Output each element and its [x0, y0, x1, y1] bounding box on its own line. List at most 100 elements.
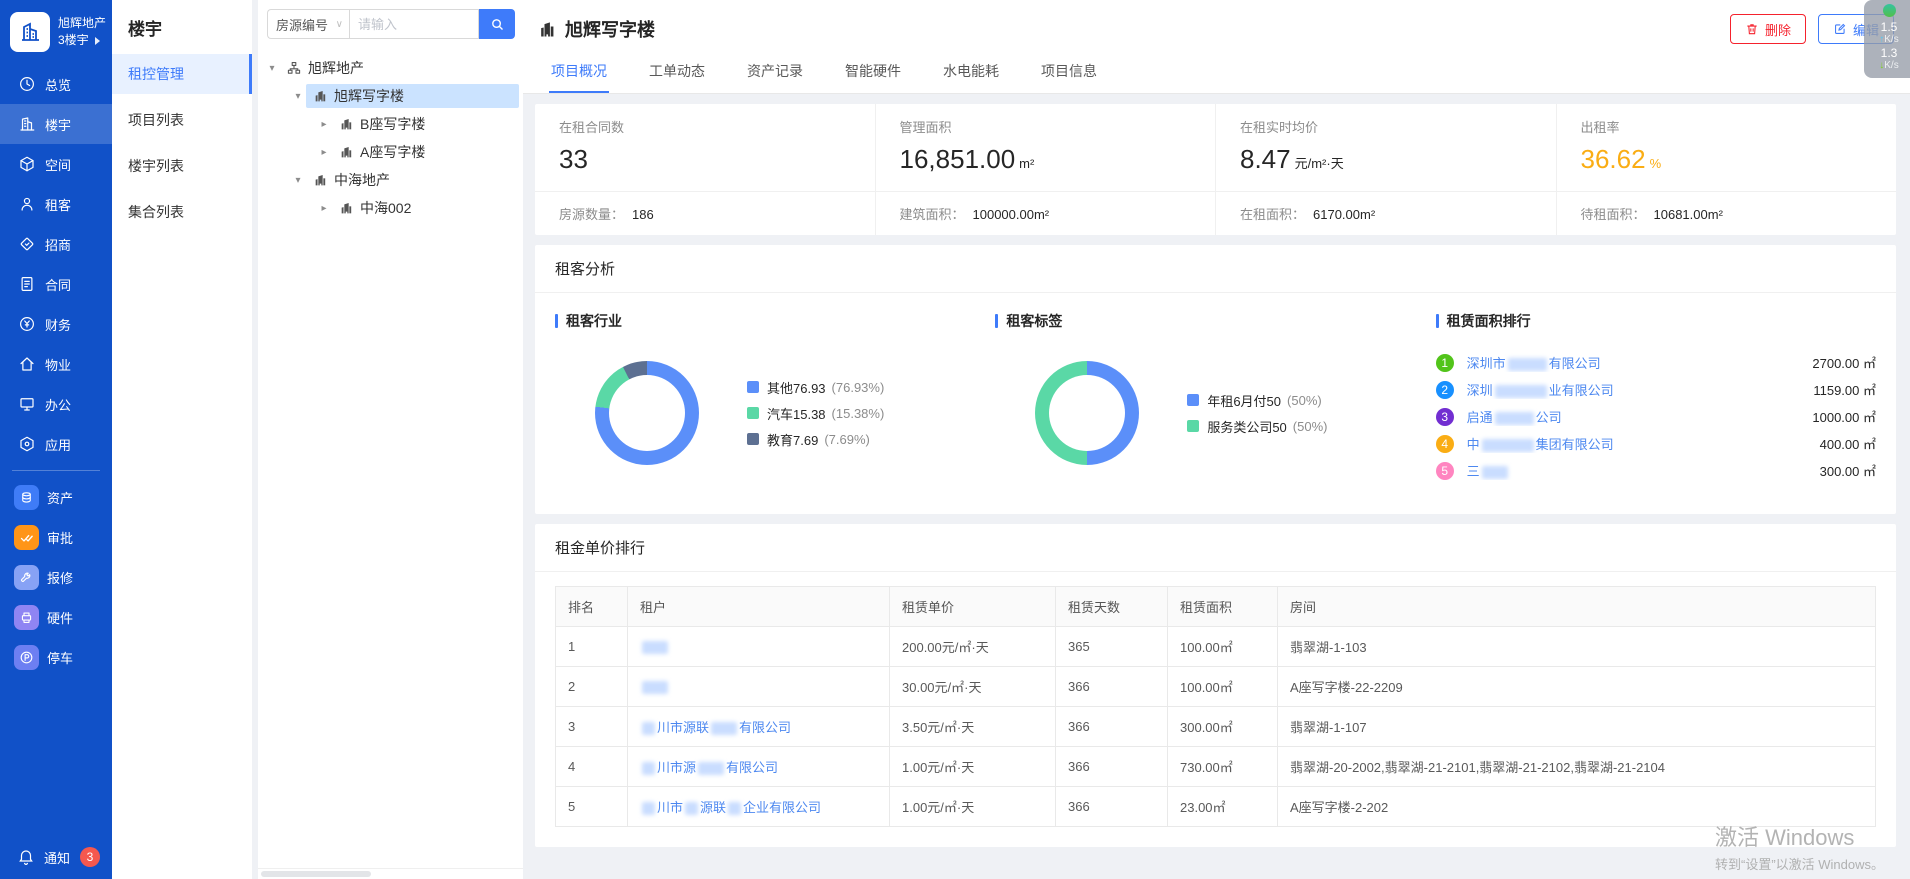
tenant-link[interactable]: 川市源联有限公司 [628, 707, 890, 747]
tenant-link[interactable]: 三 [1467, 461, 1810, 480]
net-speed-widget[interactable]: 1.5 ↑K/s 1.3 ↓K/s [1864, 0, 1910, 78]
brand-logo-icon [10, 12, 50, 52]
sidebar-item[interactable]: 审批 [0, 517, 112, 557]
tree-node[interactable]: ▸A座写字楼 [264, 138, 519, 166]
sidebar-item[interactable]: 物业 [0, 344, 112, 384]
sidebar-item-label: 合同 [45, 275, 71, 294]
tree-node-main[interactable]: A座写字楼 [332, 140, 519, 164]
sidebar-item[interactable]: 硬件 [0, 597, 112, 637]
days-cell: 365 [1056, 627, 1168, 667]
stat-value: 186 [632, 207, 654, 222]
sidebar-item-label: 资产 [47, 488, 73, 507]
tab-active[interactable]: 项目概况 [549, 52, 609, 93]
brand[interactable]: 旭辉地产 3楼宇 [0, 0, 112, 64]
redacted-text [685, 802, 698, 815]
tenant-link[interactable] [628, 667, 890, 707]
tree-node-label: 旭辉地产 [308, 58, 364, 78]
tree-node-label: 中海地产 [334, 170, 390, 190]
tab-item[interactable]: 水电能耗 [941, 52, 1001, 93]
rent-ranking-title: 租金单价排行 [535, 524, 1896, 572]
sidebar-item[interactable]: 总览 [0, 64, 112, 104]
search-button[interactable] [479, 9, 515, 39]
sidebar-item[interactable]: 财务 [0, 304, 112, 344]
tree-node-main[interactable]: 中海002 [332, 196, 519, 220]
tenant-link[interactable]: 川市源联企业有限公司 [628, 787, 890, 827]
tab-item[interactable]: 项目信息 [1039, 52, 1099, 93]
stat-cell: 管理面积16,851.00m² [876, 104, 1217, 191]
tab-item[interactable]: 工单动态 [647, 52, 707, 93]
building-icon [338, 144, 354, 160]
tree-node[interactable]: ▸B座写字楼 [264, 110, 519, 138]
tenant-link[interactable]: 启通公司 [1467, 407, 1803, 426]
tenant-link[interactable]: 深圳业有限公司 [1467, 380, 1804, 399]
search-type-select[interactable]: 房源编号 ∨ [267, 9, 349, 39]
space-icon [17, 155, 36, 174]
tree-node-label: 旭辉写字楼 [334, 86, 404, 106]
stat-value: 33 [559, 144, 851, 175]
menu-item-link[interactable]: 项目列表 [112, 100, 252, 140]
tree-node-main[interactable]: B座写字楼 [332, 112, 519, 136]
rank-cell: 2 [556, 667, 628, 707]
expand-arrow-icon[interactable]: ▾ [290, 91, 306, 102]
menu-item-link[interactable]: 集合列表 [112, 192, 252, 232]
table-row: 3川市源联有限公司3.50元/㎡·天366300.00㎡翡翠湖-1-107 [556, 707, 1876, 747]
collapse-arrow-icon[interactable]: ▸ [316, 203, 332, 214]
primary-sidebar: 旭辉地产 3楼宇 总览楼宇空间租客招商合同财务物业办公应用 资产审批报修硬件停车… [0, 0, 112, 879]
sidebar-item[interactable]: 合同 [0, 264, 112, 304]
legend-item: 教育7.69(7.69%) [747, 430, 884, 449]
expand-arrow-icon[interactable]: ▾ [264, 63, 280, 74]
stat-value: 8.47元/m²·天 [1240, 144, 1532, 175]
asset-icon [14, 485, 39, 510]
search-input[interactable] [349, 9, 479, 39]
sidebar-item[interactable]: 楼宇 [0, 104, 112, 144]
tree-node[interactable]: ▾ 中海地产 [264, 166, 519, 194]
tree-node-main[interactable]: 旭辉地产 [280, 56, 519, 80]
tab-item[interactable]: 资产记录 [745, 52, 805, 93]
menu-item-active[interactable]: 租控管理 [112, 54, 252, 94]
sidebar-item-notifications[interactable]: 通知 3 [0, 847, 112, 867]
tab-item[interactable]: 智能硬件 [843, 52, 903, 93]
sidebar-divider [12, 470, 100, 471]
sidebar-item[interactable]: 招商 [0, 224, 112, 264]
delete-button[interactable]: 删除 [1730, 14, 1806, 44]
menu-item-link[interactable]: 楼宇列表 [112, 146, 252, 186]
tree-node[interactable]: ▸中海002 [264, 194, 519, 222]
collapse-arrow-icon[interactable]: ▸ [316, 147, 332, 158]
sidebar-item[interactable]: 租客 [0, 184, 112, 224]
tenant-link[interactable]: 川市源有限公司 [628, 747, 890, 787]
tree-node[interactable]: ▾ 旭辉地产 [264, 54, 519, 82]
area-cell: 100.00㎡ [1168, 627, 1278, 667]
brand-expand-icon[interactable] [95, 37, 100, 45]
rooms-cell: A座写字楼-22-2209 [1278, 667, 1876, 707]
tree-horizontal-scrollbar[interactable] [258, 868, 523, 879]
tree-node-main[interactable]: 中海地产 [306, 168, 519, 192]
sidebar-item[interactable]: 报修 [0, 557, 112, 597]
sidebar-item[interactable]: 资产 [0, 477, 112, 517]
sidebar-item[interactable]: 空间 [0, 144, 112, 184]
sidebar-item-label: 总览 [45, 75, 71, 94]
detail-tabs: 项目概况工单动态资产记录智能硬件水电能耗项目信息 [523, 52, 1910, 94]
rooms-cell: A座写字楼-2-202 [1278, 787, 1876, 827]
sidebar-item[interactable]: 办公 [0, 384, 112, 424]
tenant-link[interactable]: 中集团有限公司 [1467, 434, 1810, 453]
tenant-link[interactable]: 深圳市有限公司 [1467, 353, 1803, 372]
expand-arrow-icon[interactable]: ▾ [290, 175, 306, 186]
tenant-link[interactable] [628, 627, 890, 667]
stat-label: 待租面积： [1581, 207, 1646, 222]
tree-node[interactable]: ▾ 旭辉写字楼 [264, 82, 519, 110]
rank-cell: 4 [556, 747, 628, 787]
main-area: 旭辉写字楼 删除 编辑 [523, 0, 1910, 879]
tree-node-main[interactable]: 旭辉写字楼 [306, 84, 519, 108]
rooms-cell: 翡翠湖-1-107 [1278, 707, 1876, 747]
area-value: 2700.00 ㎡ [1812, 353, 1876, 372]
contract-icon [17, 275, 36, 294]
collapse-arrow-icon[interactable]: ▸ [316, 119, 332, 130]
rank-badge: 2 [1436, 381, 1454, 399]
sidebar-item[interactable]: 停车 [0, 637, 112, 677]
net-widget-icon [1883, 4, 1896, 17]
name-text: 集团有限公司 [1536, 437, 1614, 452]
tree-search-bar: 房源编号 ∨ [258, 0, 523, 48]
tenant-tag-donut [1035, 361, 1139, 465]
rank-cell: 3 [556, 707, 628, 747]
sidebar-item[interactable]: 应用 [0, 424, 112, 464]
